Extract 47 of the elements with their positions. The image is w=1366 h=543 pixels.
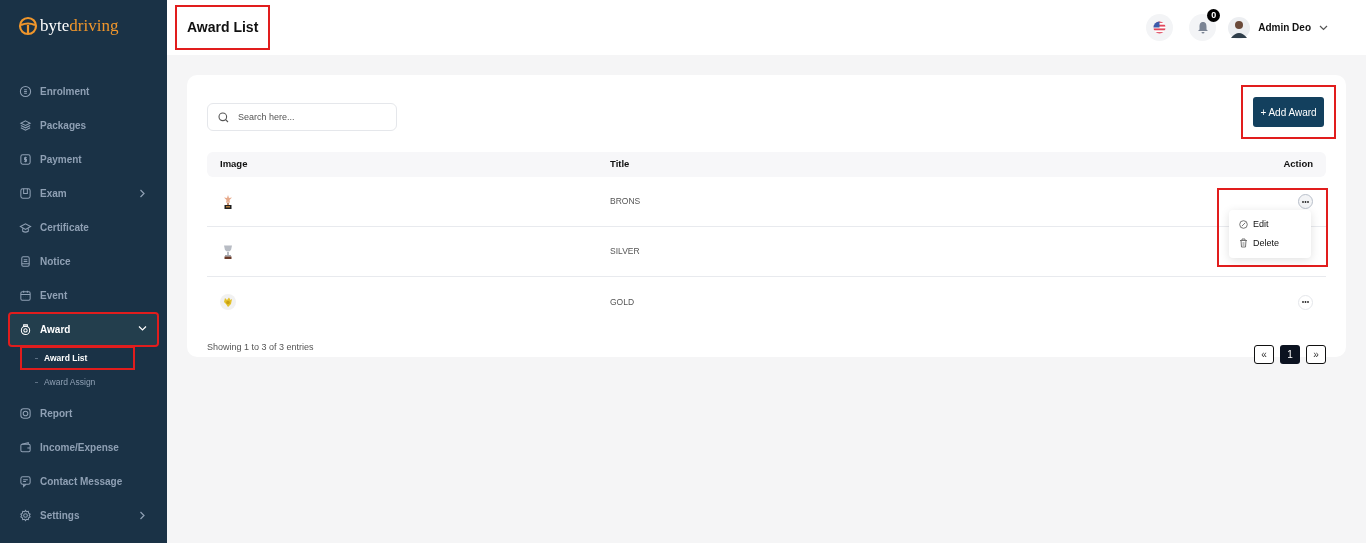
column-header: Action: [1283, 157, 1313, 172]
sidebar-item[interactable]: Event: [10, 279, 157, 311]
chevron-right-icon: [138, 510, 147, 520]
column-header: Image: [220, 157, 249, 172]
entries-summary: Showing 1 to 3 of 3 entries: [207, 340, 314, 354]
sidebar-item[interactable]: Exam: [10, 177, 157, 209]
sidebar-item[interactable]: Certificate: [10, 211, 157, 243]
logo-icon: [18, 16, 38, 36]
sidebar-item[interactable]: Contact Message: [10, 465, 157, 497]
chevron-right-icon: [138, 188, 147, 198]
page-button[interactable]: «: [1254, 345, 1274, 364]
sidebar-item[interactable]: Income/Expense: [10, 431, 157, 463]
sidebar-item[interactable]: Payment: [10, 143, 157, 175]
chevron-down-icon[interactable]: [1319, 24, 1328, 31]
sidebar-item[interactable]: Packages: [10, 109, 157, 141]
edit-icon: [1239, 220, 1248, 230]
table-cell-text: GOLD: [610, 295, 636, 309]
sidebar-item[interactable]: Settings: [10, 499, 157, 531]
flag-icon: [1153, 21, 1167, 34]
notification-button[interactable]: [1189, 14, 1217, 41]
table-cell-text: BRONS: [610, 195, 642, 208]
trash-icon: [1239, 238, 1248, 249]
menu-item[interactable]: Edit: [1239, 218, 1311, 232]
add-award-button[interactable]: + Add Award: [1253, 97, 1324, 127]
user-name[interactable]: Admin Deo: [1258, 20, 1311, 35]
table-cell-text: SILVER: [610, 245, 641, 258]
sidebar-item[interactable]: Report: [10, 397, 157, 429]
submenu-item[interactable]: Award List: [22, 348, 133, 368]
sidebar-item[interactable]: Notice: [10, 245, 157, 277]
notification-count: 0: [1207, 9, 1221, 22]
bell-icon: [1196, 21, 1209, 34]
brand-name: bytedriving: [40, 15, 119, 38]
chevron-down-icon: [138, 324, 147, 334]
page-button[interactable]: »: [1306, 345, 1326, 364]
more-button[interactable]: [1298, 194, 1313, 209]
search-field[interactable]: Search here...: [207, 103, 397, 131]
column-header: Title: [610, 157, 631, 172]
submenu-item[interactable]: Award Assign: [22, 372, 133, 392]
sidebar-item[interactable]: Award: [10, 313, 157, 345]
ellipsis-icon: [1302, 200, 1309, 203]
avatar-icon: [1228, 16, 1251, 39]
sidebar-item[interactable]: Enrolment: [10, 75, 157, 107]
page-title: Award List: [177, 7, 269, 48]
page-button[interactable]: 1: [1280, 345, 1300, 364]
language-button[interactable]: [1146, 14, 1174, 41]
search-icon: [218, 111, 229, 123]
menu-item[interactable]: Delete: [1239, 236, 1311, 250]
